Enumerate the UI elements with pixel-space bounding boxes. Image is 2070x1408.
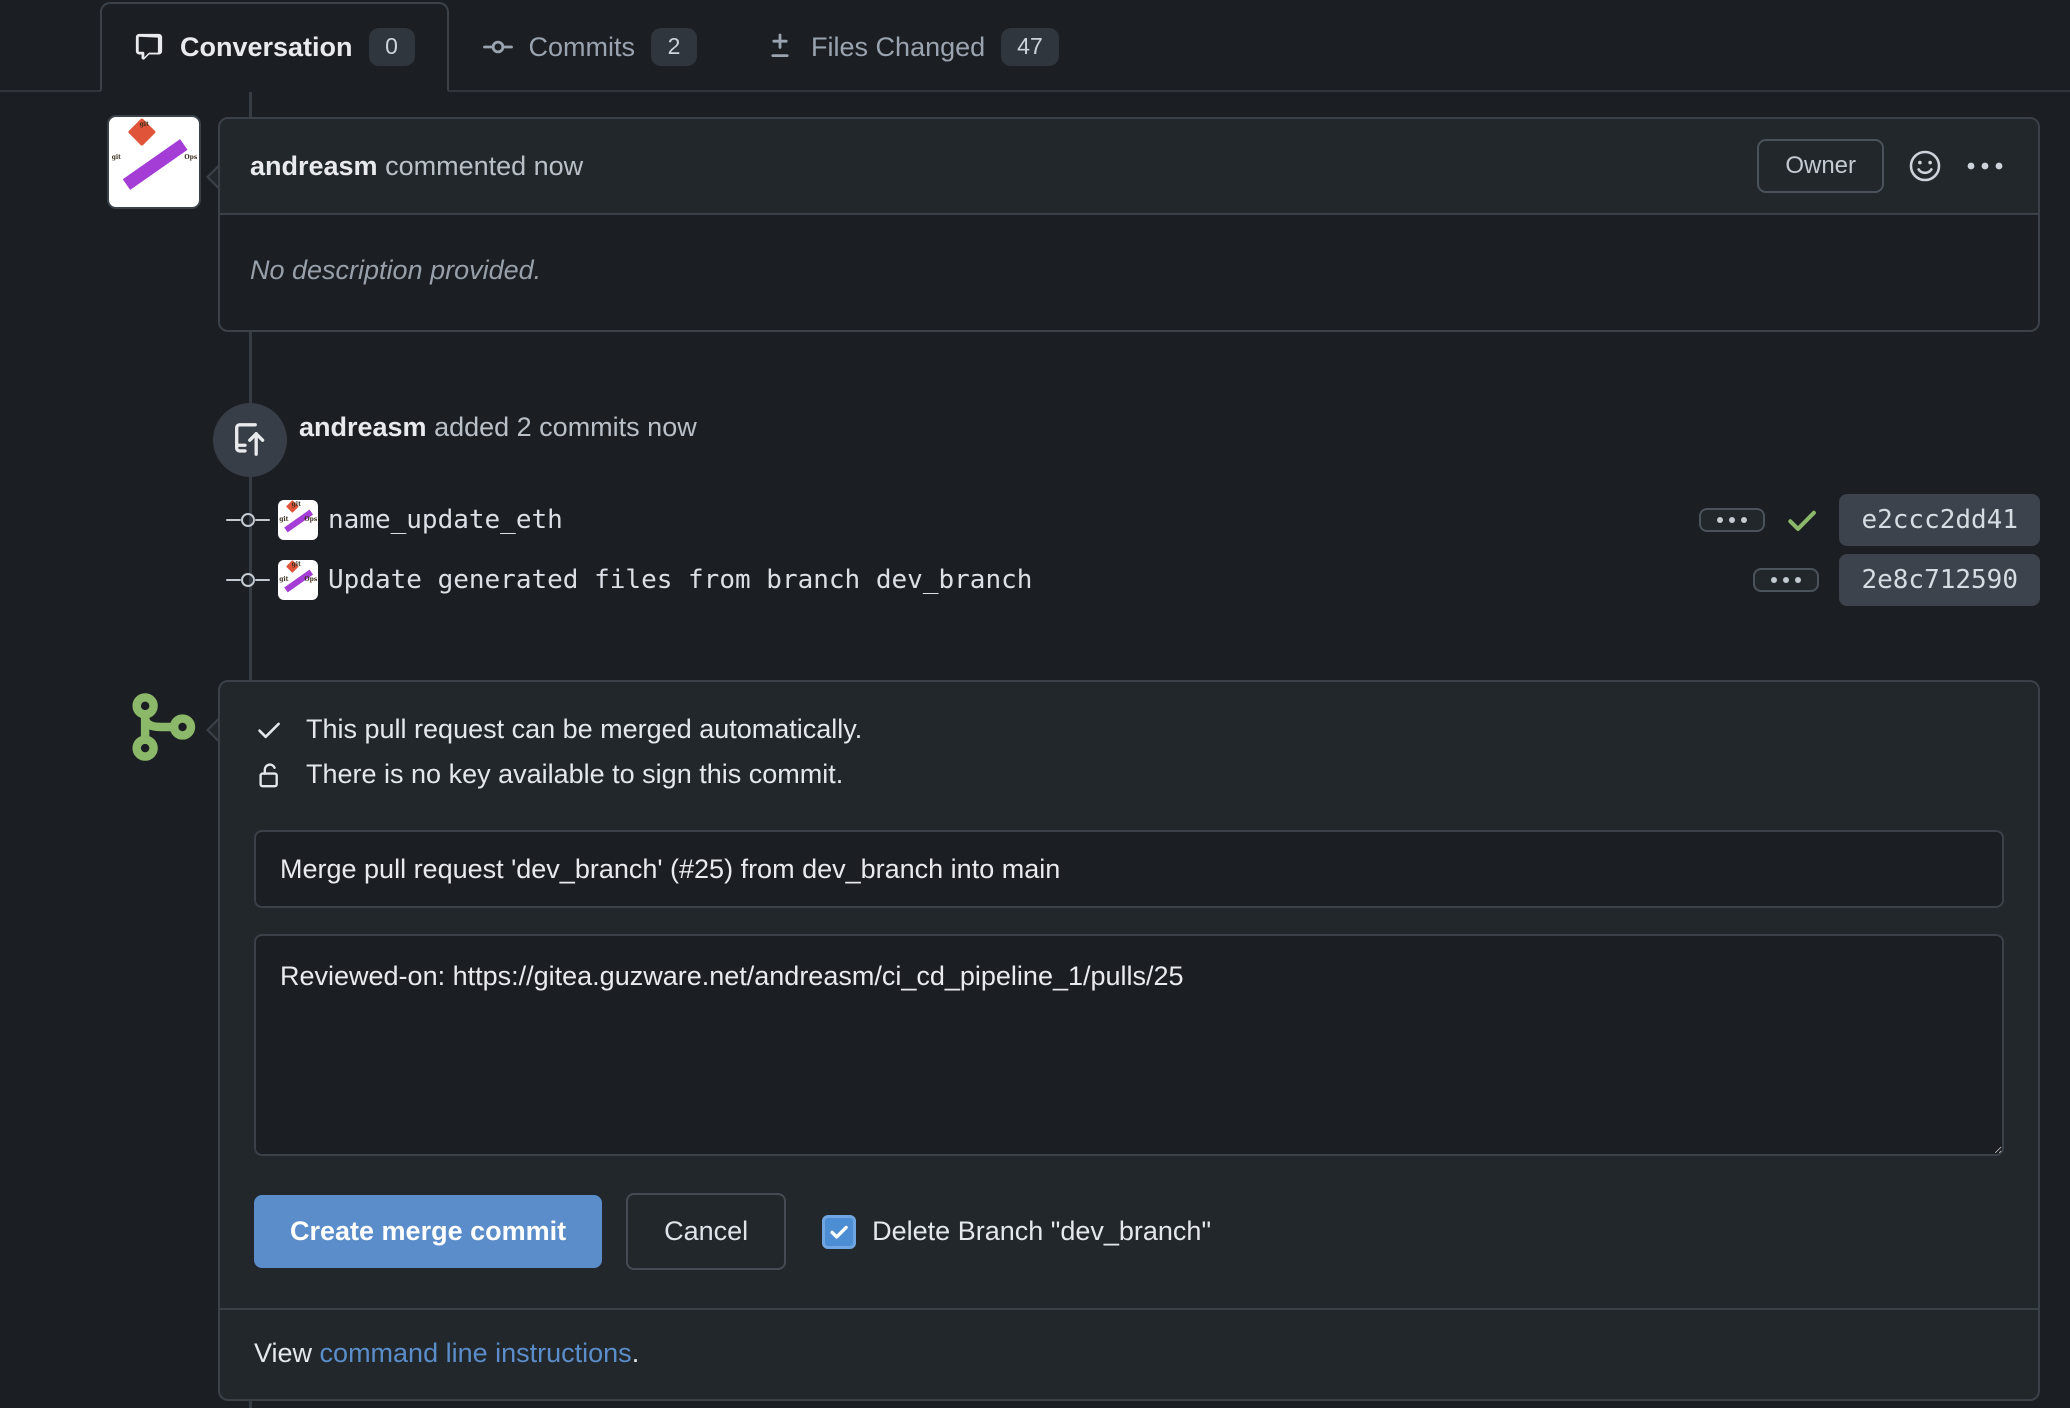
command-line-instructions-row: View command line instructions. [220,1308,2038,1399]
avatar[interactable]: git git Ops [278,560,318,600]
tab-commits-count: 2 [651,28,698,66]
check-icon [254,716,284,744]
delete-branch-checkbox[interactable]: Delete Branch "dev_branch" [822,1214,1212,1249]
cancel-button[interactable]: Cancel [626,1193,787,1270]
commit-row-actions: 2e8c712590 [1753,554,2040,606]
tab-files-changed-count: 47 [1001,28,1059,66]
merge-form: Reviewed-on: https://gitea.guzware.net/a… [220,808,2038,1161]
repo-push-icon [213,403,287,477]
git-commit-node-icon [218,568,278,592]
kebab-menu-icon[interactable] [1966,160,2004,172]
view-prefix-label: View [254,1338,320,1368]
comment-header: andreasm commented now Owner [220,119,2038,215]
pr-description-comment: andreasm commented now Owner No descript… [218,117,2040,332]
diff-icon [765,32,795,62]
avatar[interactable]: git git Ops [107,115,201,209]
tab-files-changed-label: Files Changed [811,31,986,62]
delete-branch-label: Delete Branch "dev_branch" [872,1216,1212,1246]
merge-panel: This pull request can be merged automati… [218,680,2040,1401]
tab-conversation[interactable]: Conversation 0 [100,2,449,92]
avatar-ops-text: Ops [184,153,198,161]
tab-commits-label: Commits [528,31,636,62]
ellipsis-icon[interactable] [1753,568,1820,592]
merge-status-signing-text: There is no key available to sign this c… [306,759,844,789]
merge-message-textarea[interactable]: Reviewed-on: https://gitea.guzware.net/a… [254,934,2004,1156]
merge-status-mergeable: This pull request can be merged automati… [254,714,2004,745]
comment-icon [134,32,164,62]
checkbox-checked-icon[interactable] [822,1214,857,1249]
avatar-git-text-top: git [291,561,301,569]
git-commit-node-icon [218,508,278,532]
push-event-text: andreasm added 2 commits now [299,412,697,443]
table-row: git git Ops Update generated files from … [218,552,2040,608]
avatar-git-text-left: git [279,515,289,523]
git-commit-icon [482,32,513,62]
push-event-detail: added 2 commits now [426,412,697,442]
tab-files-changed[interactable]: Files Changed 47 [731,2,1093,92]
push-event-author[interactable]: andreasm [299,412,427,442]
pr-tab-bar: Conversation 0 Commits 2 Files Changed 4… [0,0,2070,92]
view-suffix-label: . [631,1338,640,1368]
avatar-git-text-left: git [279,575,289,583]
comment-body: No description provided. [250,255,542,285]
avatar-ops-text: Ops [304,575,318,583]
comment-timestamp: commented now [377,150,584,181]
avatar-git-text-left: git [111,153,121,161]
commit-message[interactable]: Update generated files from branch dev_b… [328,565,1032,595]
command-line-instructions-link[interactable]: command line instructions [320,1338,632,1368]
smiley-icon[interactable] [1908,149,1942,183]
avatar-ops-text: Ops [304,515,318,523]
tab-conversation-count: 0 [368,28,415,66]
merge-title-input[interactable] [254,830,2004,908]
owner-badge[interactable]: Owner [1757,139,1884,193]
avatar-git-text-top: git [291,501,301,509]
commit-sha[interactable]: e2ccc2dd41 [1839,494,2040,546]
merge-action-bar: Create merge commit Cancel Delete Branch… [220,1161,2038,1308]
tab-commits[interactable]: Commits 2 [449,2,732,92]
tab-conversation-label: Conversation [180,31,353,62]
merge-status-list: This pull request can be merged automati… [220,682,2038,808]
comment-header-actions: Owner [1757,139,2004,193]
create-merge-commit-button[interactable]: Create merge commit [254,1195,603,1268]
comment-author[interactable]: andreasm [250,151,378,181]
avatar-git-text-top: git [139,121,149,129]
comment-author-line: andreasm commented now [250,151,583,182]
commit-message[interactable]: name_update_eth [328,505,563,535]
merge-status-mergeable-text: This pull request can be merged automati… [306,714,863,744]
unlock-icon [254,761,284,789]
table-row: git git Ops name_update_eth e2ccc2dd41 [218,492,2040,548]
merge-status-signing: There is no key available to sign this c… [254,759,2004,790]
check-icon [1785,503,1819,537]
ellipsis-icon[interactable] [1699,508,1766,532]
commit-sha[interactable]: 2e8c712590 [1839,554,2040,606]
avatar[interactable]: git git Ops [278,500,318,540]
git-merge-icon [124,688,202,766]
commit-row-actions: e2ccc2dd41 [1699,494,2040,546]
